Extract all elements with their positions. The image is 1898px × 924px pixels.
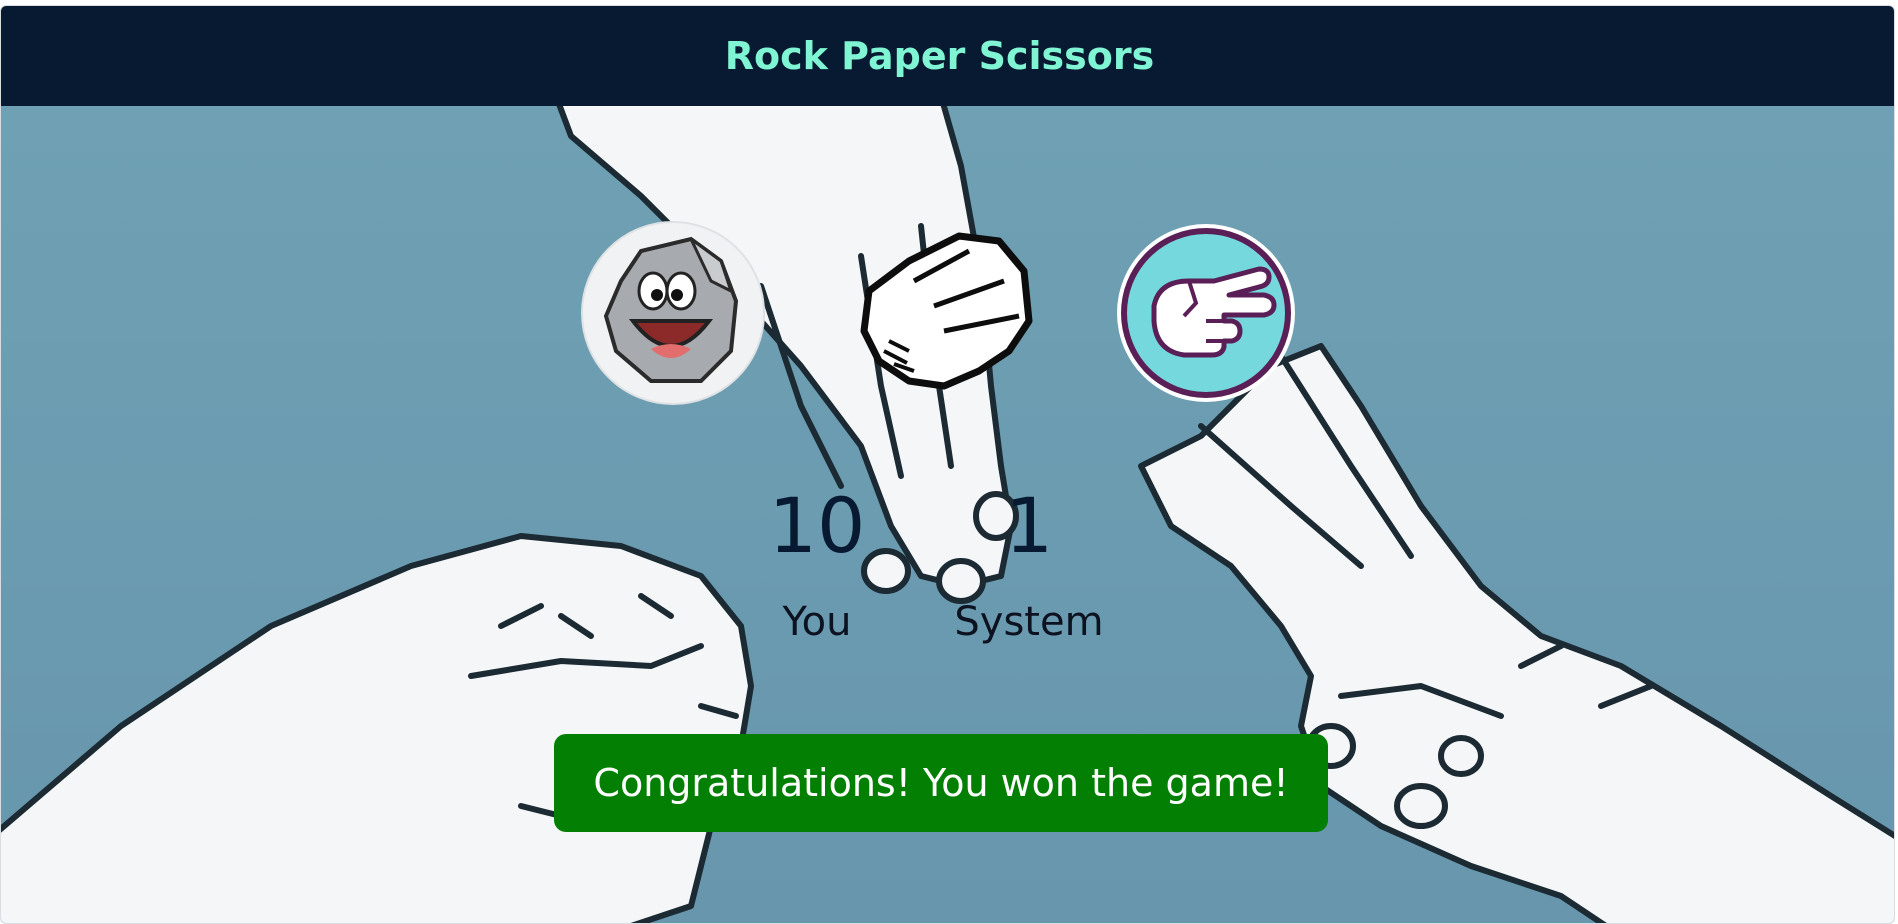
game-area: 10 1 You System Congratulations! You won…: [1, 106, 1894, 923]
you-label: You: [782, 599, 852, 645]
scissors-choice-button[interactable]: [1114, 221, 1298, 405]
result-banner: Congratulations! You won the game!: [554, 734, 1328, 832]
header-bar: Rock Paper Scissors: [1, 6, 1894, 106]
game-window: Rock Paper Scissors 10 1 You System Cong…: [0, 5, 1895, 924]
rock-choice-button[interactable]: [581, 221, 765, 405]
result-message: Congratulations! You won the game!: [593, 761, 1289, 805]
scissors-hand-icon: [1117, 224, 1295, 402]
system-label: System: [954, 599, 1104, 645]
paper-choice-button[interactable]: [849, 221, 1033, 405]
system-score: 1: [1004, 481, 1054, 570]
you-score: 10: [768, 481, 866, 570]
open-hand-icon: [860, 232, 1033, 390]
cartoon-rock-icon: [581, 221, 765, 405]
page-title: Rock Paper Scissors: [724, 34, 1155, 78]
